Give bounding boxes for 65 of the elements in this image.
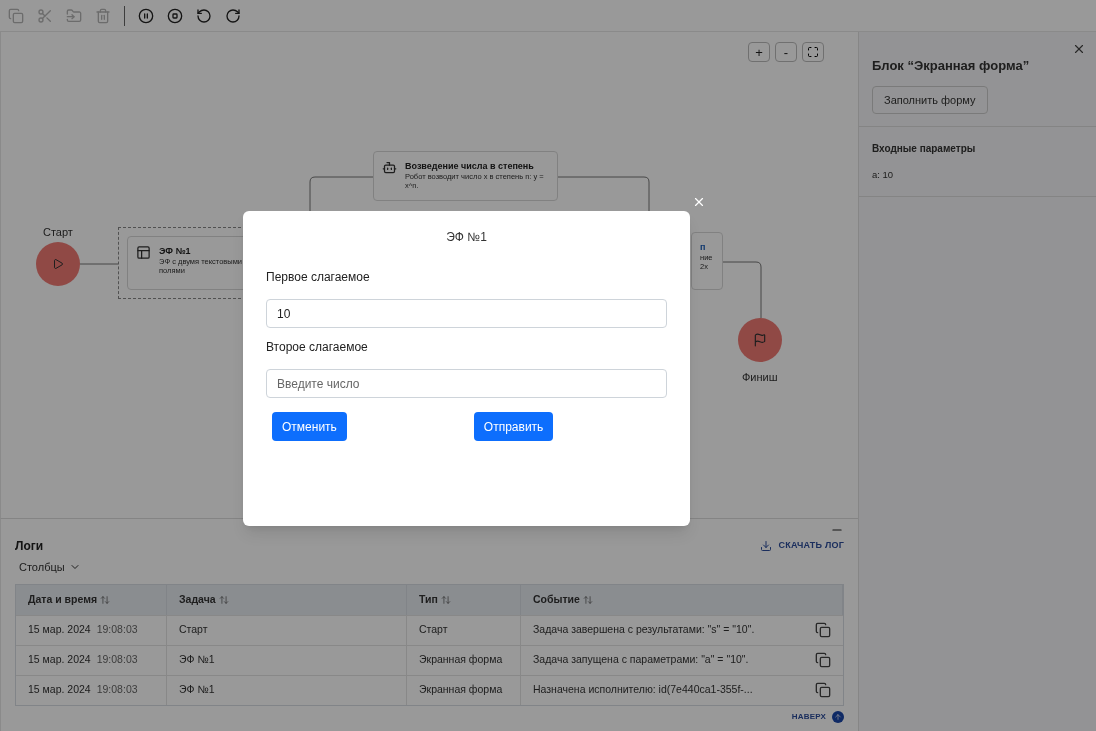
table-cell: 15 мар. 2024 — [28, 682, 91, 698]
fullscreen-icon — [807, 46, 819, 58]
table-cell: Задача завершена с результатами: "s" = "10". — [533, 622, 755, 638]
sort-icon[interactable] — [100, 594, 111, 605]
rewind-icon[interactable] — [196, 7, 212, 24]
table-cell: Задача запущена с параметрами: "a" = "10". — [533, 652, 749, 668]
dialog-title: ЭФ №1 — [446, 229, 487, 246]
panel-title: Блок “Экранная форма” — [872, 57, 1030, 75]
connector-line — [722, 261, 762, 319]
back-to-top-link[interactable]: НАВЕРХ — [791, 710, 844, 723]
copy-icon[interactable] — [815, 652, 831, 668]
close-icon[interactable] — [1072, 42, 1086, 56]
close-icon[interactable] — [692, 195, 706, 209]
pause-icon[interactable] — [138, 7, 154, 24]
columns-dropdown[interactable]: Столбцы — [19, 559, 81, 576]
zoom-in-button[interactable]: + — [748, 42, 770, 62]
logs-title: Логи — [15, 538, 44, 555]
column-header[interactable]: Задача — [167, 584, 407, 615]
block-title: ЭФ №1 — [159, 245, 192, 257]
sort-icon[interactable] — [440, 594, 451, 605]
table-cell: ЭФ №1 — [179, 652, 215, 668]
window-icon — [136, 245, 151, 260]
param-value: a: 10 — [872, 168, 895, 182]
copy-icon[interactable] — [815, 622, 831, 638]
robot-icon — [382, 160, 397, 175]
download-log-button[interactable]: СКАЧАТЬ ЛОГ — [760, 539, 844, 553]
zoom-out-button[interactable]: - — [775, 42, 797, 62]
table-cell: Старт — [419, 622, 448, 638]
fill-form-button[interactable]: Заполнить форму — [872, 85, 988, 114]
table-cell: ЭФ №1 — [179, 682, 215, 698]
column-header[interactable]: Тип — [407, 584, 521, 615]
table-cell: 19:08:03 — [96, 652, 138, 668]
redo-icon[interactable] — [225, 7, 241, 24]
column-header[interactable]: Дата и время — [16, 584, 167, 615]
start-node[interactable] — [36, 242, 80, 286]
download-icon — [760, 540, 773, 552]
table-cell: 15 мар. 2024 — [28, 622, 91, 638]
cancel-button[interactable]: Отменить — [272, 412, 347, 441]
block-title: Возведение числа в степень — [405, 160, 535, 172]
table-cell: Назначена исполнителю: id(7e440ca1-355f-... — [533, 682, 753, 698]
finish-node[interactable] — [738, 318, 782, 362]
table-cell: Экранная форма — [419, 682, 503, 698]
flag-icon — [753, 333, 767, 347]
play-icon — [52, 258, 64, 270]
number-field[interactable]: 10 — [266, 299, 667, 328]
submit-button[interactable]: Отправить — [473, 412, 554, 441]
table-cell: Старт — [179, 622, 208, 638]
section-title: Входные параметры — [872, 142, 977, 156]
number-field[interactable]: Введите число — [266, 369, 667, 398]
table-cell: Экранная форма — [419, 652, 503, 668]
copy-icon[interactable] — [815, 682, 831, 698]
sort-icon[interactable] — [218, 594, 229, 605]
finish-label: Финиш — [742, 370, 778, 385]
start-label: Старт — [43, 225, 73, 240]
table-cell: 19:08:03 — [96, 682, 138, 698]
column-header[interactable]: Событие — [521, 584, 843, 615]
table-cell: 15 мар. 2024 — [28, 652, 91, 668]
field-label: Второе слагаемое — [266, 339, 369, 356]
sort-icon[interactable] — [582, 594, 593, 605]
table-cell: 19:08:03 — [96, 622, 138, 638]
block-title: п — [700, 241, 707, 253]
fullscreen-button[interactable] — [802, 42, 824, 62]
stop-icon[interactable] — [167, 7, 183, 24]
connector-line — [79, 263, 119, 265]
arrow-up-icon — [832, 710, 844, 723]
